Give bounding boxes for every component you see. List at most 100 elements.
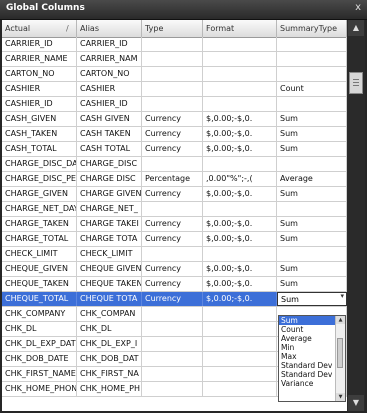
actual-cell[interactable]: CASHIER xyxy=(2,82,77,96)
summary-type-cell[interactable] xyxy=(277,157,347,171)
type-cell[interactable]: Currency xyxy=(142,142,203,156)
alias-cell[interactable]: CHARGE TOTA xyxy=(77,232,142,246)
dropdown-option[interactable]: Variance xyxy=(279,379,339,388)
actual-cell[interactable]: CHK_FIRST_NAME xyxy=(2,367,77,381)
alias-cell[interactable]: CHARGE_DISC xyxy=(77,157,142,171)
actual-cell[interactable]: CHK_COMPANY xyxy=(2,307,77,321)
type-cell[interactable]: Currency xyxy=(142,292,203,306)
actual-cell[interactable]: CASH_TAKEN xyxy=(2,127,77,141)
type-cell[interactable] xyxy=(142,352,203,366)
table-row[interactable]: CHARGE_DISC_PE CHARGE DISC Percentage ,0.00… xyxy=(2,172,347,187)
table-row[interactable]: CHARGE_TOTAL CHARGE TOTA Currency $,0.00;-$… xyxy=(2,232,347,247)
alias-cell[interactable]: CHARGE_NET_ xyxy=(77,202,142,216)
scroll-thumb[interactable] xyxy=(349,72,363,94)
summary-type-cell[interactable]: Count xyxy=(277,82,347,96)
summary-type-cell[interactable]: Sum xyxy=(277,292,347,306)
vertical-scrollbar[interactable]: ▲ ▼ xyxy=(347,20,365,411)
format-cell[interactable]: ,0.00"%";-,( xyxy=(203,172,277,186)
alias-cell[interactable]: CASH TOTAL xyxy=(77,142,142,156)
format-cell[interactable] xyxy=(203,67,277,81)
format-cell[interactable] xyxy=(203,322,277,336)
actual-cell[interactable]: CHARGE_DISC_DA xyxy=(2,157,77,171)
summary-type-dropdown-list[interactable]: Sum Count Average Min Max Standard Dev Standar… xyxy=(278,315,346,402)
format-cell[interactable]: $,0.00;-$,0. xyxy=(203,277,277,291)
actual-cell[interactable]: CHEQUE_GIVEN xyxy=(2,262,77,276)
alias-cell[interactable]: CASH GIVEN xyxy=(77,112,142,126)
column-header-summarytype[interactable]: SummaryType xyxy=(277,20,347,37)
actual-cell[interactable]: CHARGE_NET_DAY xyxy=(2,202,77,216)
table-row[interactable]: CHARGE_NET_DAY CHARGE_NET_ xyxy=(2,202,347,217)
format-cell[interactable]: $,0.00;-$,0. xyxy=(203,142,277,156)
type-cell[interactable]: Currency xyxy=(142,277,203,291)
type-cell[interactable]: Percentage xyxy=(142,172,203,186)
format-cell[interactable]: $,0.00;-$,0. xyxy=(203,187,277,201)
dropdown-option[interactable]: Standard Dev xyxy=(279,361,339,370)
dropdown-option[interactable]: Average xyxy=(279,334,339,343)
close-icon[interactable]: x xyxy=(355,2,361,13)
format-cell[interactable] xyxy=(203,37,277,51)
actual-cell[interactable]: CHEQUE_TAKEN xyxy=(2,277,77,291)
table-row[interactable]: CASH_GIVEN CASH GIVEN Currency $,0.00;-$,0.… xyxy=(2,112,347,127)
format-cell[interactable] xyxy=(203,352,277,366)
column-header-format[interactable]: Format xyxy=(203,20,277,37)
type-cell[interactable] xyxy=(142,37,203,51)
type-cell[interactable] xyxy=(142,202,203,216)
type-cell[interactable] xyxy=(142,97,203,111)
table-row[interactable]: CASH_TOTAL CASH TOTAL Currency $,0.00;-$,0.… xyxy=(2,142,347,157)
alias-cell[interactable]: CARRIER_ID xyxy=(77,37,142,51)
format-cell[interactable] xyxy=(203,367,277,381)
actual-cell[interactable]: CASHIER_ID xyxy=(2,97,77,111)
format-cell[interactable]: $,0.00;-$,0. xyxy=(203,232,277,246)
type-cell[interactable] xyxy=(142,52,203,66)
actual-cell[interactable]: CHK_DL xyxy=(2,322,77,336)
format-cell[interactable]: $,0.00;-$,0. xyxy=(203,112,277,126)
alias-cell[interactable]: CHARGE GIVEN xyxy=(77,187,142,201)
table-row[interactable]: CHEQUE_TOTAL CHEQUE TOTA Currency $,0.00;-$… xyxy=(2,292,347,307)
type-cell[interactable]: Currency xyxy=(142,187,203,201)
dropdown-scroll-down-icon[interactable]: ▼ xyxy=(336,393,345,401)
summary-type-cell[interactable]: Average xyxy=(277,172,347,186)
format-cell[interactable] xyxy=(203,202,277,216)
alias-cell[interactable]: CHK_DL_EXP_I xyxy=(77,337,142,351)
table-row[interactable]: CARTON_NO CARTON_NO xyxy=(2,67,347,82)
format-cell[interactable] xyxy=(203,307,277,321)
actual-cell[interactable]: CHARGE_TAKEN xyxy=(2,217,77,231)
type-cell[interactable] xyxy=(142,82,203,96)
actual-cell[interactable]: CHK_HOME_PHON xyxy=(2,382,77,396)
table-row[interactable]: CHARGE_GIVEN CHARGE GIVEN Currency $,0.00;-… xyxy=(2,187,347,202)
alias-cell[interactable]: CARTON_NO xyxy=(77,67,142,81)
dropdown-scroll-thumb[interactable] xyxy=(337,338,343,368)
summary-type-cell[interactable]: Sum xyxy=(277,112,347,126)
summary-type-cell[interactable] xyxy=(277,67,347,81)
alias-cell[interactable]: CHK_DOB_DAT xyxy=(77,352,142,366)
summary-type-cell[interactable]: Sum xyxy=(277,187,347,201)
actual-cell[interactable]: CASH_GIVEN xyxy=(2,112,77,126)
type-cell[interactable]: Currency xyxy=(142,217,203,231)
table-row[interactable]: CHEQUE_TAKEN CHEQUE TAKEN Currency $,0.00;-… xyxy=(2,277,347,292)
type-cell[interactable] xyxy=(142,382,203,396)
type-cell[interactable] xyxy=(142,157,203,171)
table-row[interactable]: CARRIER_ID CARRIER_ID xyxy=(2,37,347,52)
type-cell[interactable] xyxy=(142,322,203,336)
summary-type-cell[interactable] xyxy=(277,97,347,111)
format-cell[interactable]: $,0.00;-$,0. xyxy=(203,217,277,231)
dropdown-scroll-up-icon[interactable]: ▲ xyxy=(336,316,345,324)
format-cell[interactable] xyxy=(203,97,277,111)
summary-type-cell[interactable]: Sum xyxy=(277,232,347,246)
alias-cell[interactable]: CHK_FIRST_NA xyxy=(77,367,142,381)
table-row[interactable]: CASH_TAKEN CASH TAKEN Currency $,0.00;-$,0.… xyxy=(2,127,347,142)
table-row[interactable]: CHEQUE_GIVEN CHEQUE GIVEN Currency $,0.00;-… xyxy=(2,262,347,277)
table-row[interactable]: CHARGE_TAKEN CHARGE TAKEI Currency $,0.00;-… xyxy=(2,217,347,232)
actual-cell[interactable]: CHARGE_GIVEN xyxy=(2,187,77,201)
dropdown-option[interactable]: Max xyxy=(279,352,339,361)
format-cell[interactable]: $,0.00;-$,0. xyxy=(203,292,277,306)
summary-type-cell[interactable]: Sum xyxy=(277,142,347,156)
type-cell[interactable]: Currency xyxy=(142,232,203,246)
scroll-down-icon[interactable]: ▼ xyxy=(348,395,364,411)
table-row[interactable]: CASHIER CASHIER Count xyxy=(2,82,347,97)
format-cell[interactable] xyxy=(203,52,277,66)
actual-cell[interactable]: CHARGE_TOTAL xyxy=(2,232,77,246)
alias-cell[interactable]: CARRIER_NAM xyxy=(77,52,142,66)
scroll-up-icon[interactable]: ▲ xyxy=(348,20,364,36)
format-cell[interactable]: $,0.00;-$,0. xyxy=(203,262,277,276)
